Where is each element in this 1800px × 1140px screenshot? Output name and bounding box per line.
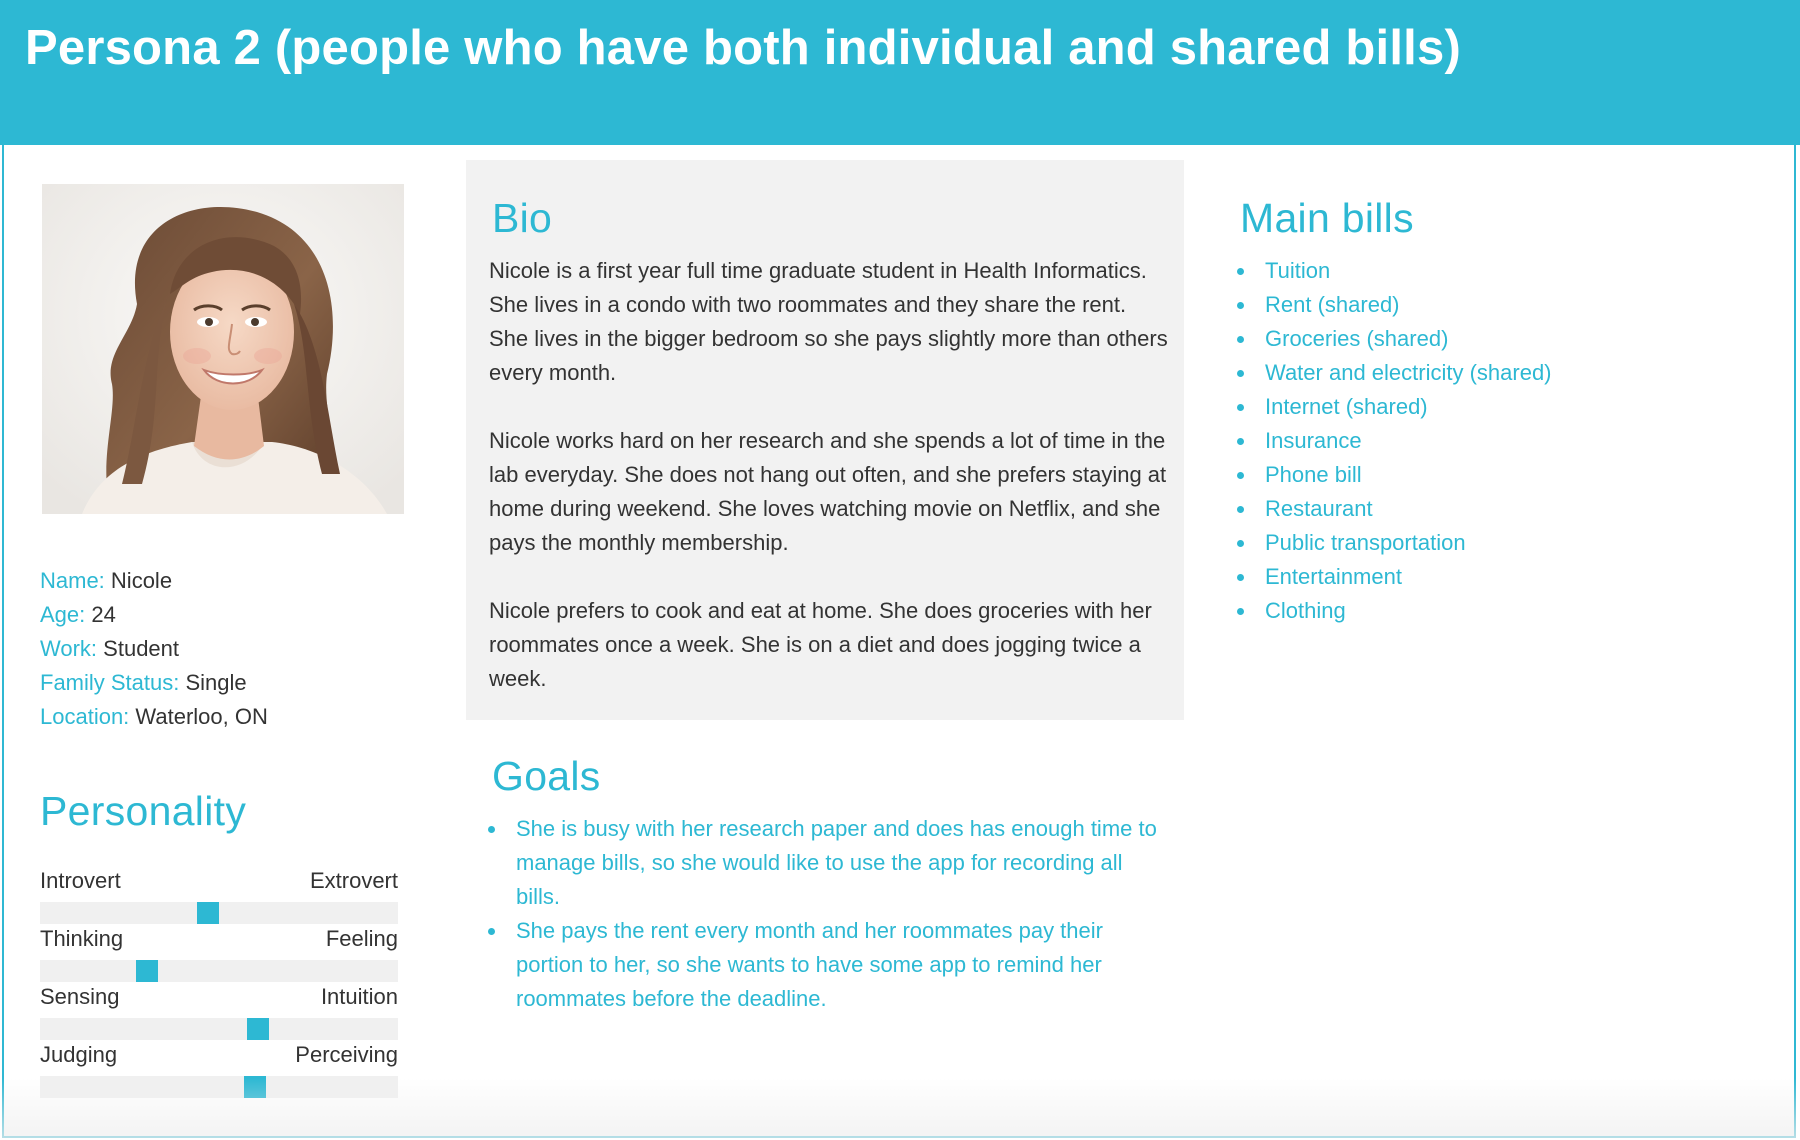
list-item: Insurance [1237,424,1737,458]
goals-list: She is busy with her research paper and … [488,812,1168,1016]
fact-value: 24 [91,602,116,627]
trait-right-label: Feeling [325,926,398,951]
bio-paragraph: Nicole is a first year full time graduat… [489,258,1168,385]
fact-age: Age: 24 [40,598,420,632]
trait-marker [197,902,219,924]
main-bills-heading: Main bills [1240,195,1414,241]
trait-left-label: Sensing [40,984,120,1009]
list-item: Clothing [1237,594,1737,628]
persona-facts: Name: Nicole Age: 24 Work: Student Famil… [40,564,420,734]
bio-text: Nicole is a first year full time graduat… [489,254,1169,696]
fact-name: Name: Nicole [40,564,420,598]
list-item: Entertainment [1237,560,1737,594]
portrait-illustration [42,184,404,514]
list-item: Restaurant [1237,492,1737,526]
bio-paragraph: Nicole prefers to cook and eat at home. … [489,598,1152,691]
fact-key: Family Status: [40,670,180,695]
trait-right-label: Intuition [320,984,398,1009]
list-item: Tuition [1237,254,1737,288]
trait-left-label: Thinking [40,926,124,951]
fact-key: Work: [40,636,98,661]
header-banner: Persona 2 (people who have both individu… [0,0,1800,145]
fact-value: Student [103,636,180,661]
trait-track [40,1018,398,1040]
trait-right-label: Extrovert [309,868,398,893]
page-title: Persona 2 (people who have both individu… [25,21,1461,75]
bio-paragraph: Nicole works hard on her research and sh… [489,428,1167,555]
trait-track [40,902,398,924]
list-item: Public transportation [1237,526,1737,560]
fact-key: Age: [40,602,86,627]
trait-track [40,960,398,982]
list-item: Rent (shared) [1237,288,1737,322]
bio-heading: Bio [492,195,553,241]
fact-value: Single [185,670,247,695]
fact-family-status: Family Status: Single [40,666,420,700]
trait-right-label: Perceiving [295,1042,398,1067]
trait-introvert-extrovert: Introvert Extrovert [40,868,398,926]
fact-key: Location: [40,704,130,729]
list-item: Internet (shared) [1237,390,1737,424]
list-item: Water and electricity (shared) [1237,356,1737,390]
trait-sensing-intuition: Sensing Intuition [40,984,398,1042]
trait-marker [136,960,158,982]
fact-location: Location: Waterloo, ON [40,700,420,734]
fact-value: Waterloo, ON [135,704,268,729]
fact-work: Work: Student [40,632,420,666]
list-item: She pays the rent every month and her ro… [488,914,1168,1016]
bills-list: Tuition Rent (shared) Groceries (shared)… [1237,254,1737,628]
persona-photo [42,184,404,514]
list-item: Phone bill [1237,458,1737,492]
fact-value: Nicole [110,568,173,593]
trait-left-label: Introvert [40,868,121,893]
trait-thinking-feeling: Thinking Feeling [40,926,398,984]
trait-marker [247,1018,269,1040]
fact-key: Name: [40,568,105,593]
list-item: Groceries (shared) [1237,322,1737,356]
persona-card-frame: Persona 2 (people who have both individu… [0,0,1800,1140]
trait-left-label: Judging [40,1042,118,1067]
bottom-fade [2,1078,1796,1138]
personality-heading: Personality [40,788,247,834]
goals-heading: Goals [492,753,601,799]
list-item: She is busy with her research paper and … [488,812,1168,914]
